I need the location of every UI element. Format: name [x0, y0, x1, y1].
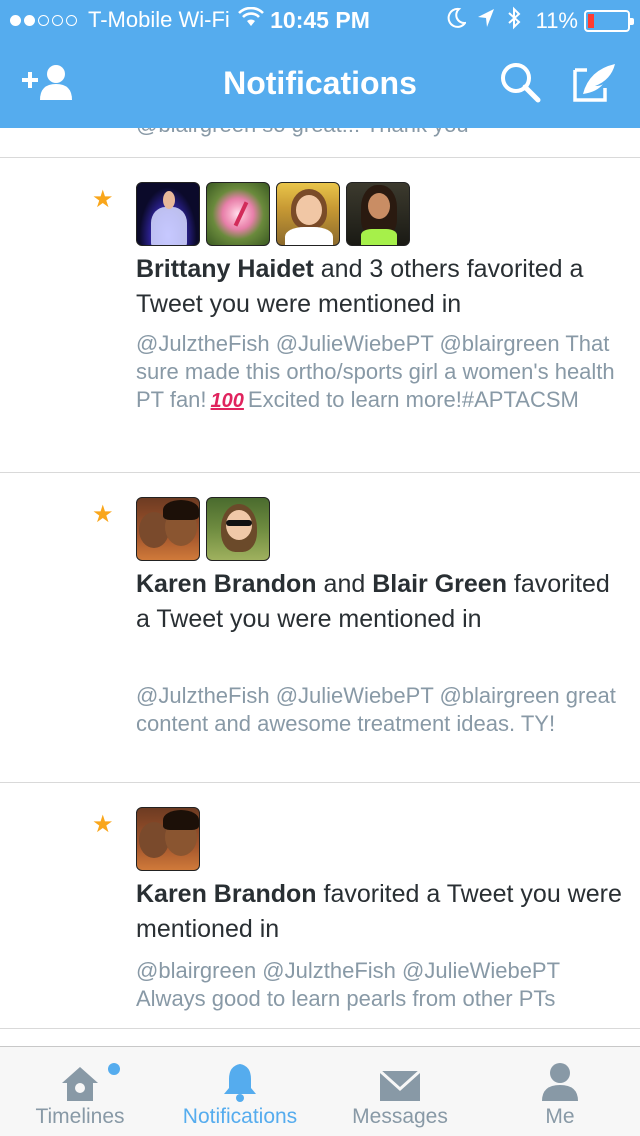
moon-icon [446, 7, 467, 35]
tab-label: Notifications [182, 1105, 298, 1128]
search-icon [498, 60, 542, 109]
notification-headline: Brittany Haidet and 3 others favorited a… [136, 252, 626, 322]
notification-headline: Karen Brandon favorited a Tweet you were… [136, 877, 626, 947]
avatar-group [136, 807, 206, 871]
top-bar: T-Mobile Wi-Fi 10:45 PM 11% Notification… [0, 0, 640, 128]
avatar[interactable] [136, 497, 200, 561]
status-right: 11% [436, 6, 634, 36]
tab-label: Timelines [35, 1105, 125, 1128]
partial-tweet-text: @blairgreen so great!!! Thank you [136, 128, 469, 138]
tweet-text[interactable]: @blairgreen @JulztheFish @JulieWiebePT A… [136, 957, 626, 1013]
avatar[interactable] [276, 182, 340, 246]
notifications-feed[interactable]: @blairgreen so great!!! Thank you ★ Brit… [0, 128, 640, 1046]
actor-name-secondary[interactable]: Blair Green [372, 570, 507, 598]
notification-item[interactable]: ★ Brittany Haidet and 3 others favorited… [0, 157, 640, 472]
notification-headline: Karen Brandon and Blair Green favorited … [136, 567, 626, 637]
star-icon: ★ [92, 811, 114, 838]
tweet-body-continued: Excited to learn more!#APTACSM [247, 387, 579, 412]
connector-text: and [316, 570, 373, 598]
unread-dot [108, 1063, 120, 1075]
compose-icon [571, 60, 619, 109]
home-icon [56, 1059, 104, 1103]
tab-me[interactable]: Me [480, 1047, 640, 1136]
tab-timelines[interactable]: Timelines [0, 1047, 160, 1136]
bell-icon [216, 1059, 264, 1103]
list-divider [0, 1028, 640, 1046]
envelope-icon [376, 1059, 424, 1103]
avatar[interactable] [346, 182, 410, 246]
compose-button[interactable] [565, 58, 625, 110]
avatar[interactable] [136, 182, 200, 246]
bluetooth-icon [506, 6, 522, 36]
notification-item[interactable]: ★ Karen Brandon favorited a Tweet you we… [0, 782, 640, 1028]
person-icon [536, 1059, 584, 1103]
tab-bar: Timelines Notifications Messages Me [0, 1046, 640, 1136]
tab-notifications[interactable]: Notifications [160, 1047, 320, 1136]
star-icon: ★ [92, 186, 114, 213]
location-arrow-icon [476, 7, 496, 35]
notification-item[interactable]: ★ Karen Brandon and Blair Green favorite… [0, 472, 640, 782]
hundred-points-emoji-icon: 100 [210, 390, 244, 412]
star-icon: ★ [92, 501, 114, 528]
nav-bar: Notifications [0, 40, 640, 128]
tab-label: Me [545, 1105, 575, 1128]
tab-label: Messages [352, 1105, 448, 1128]
actor-name[interactable]: Brittany Haidet [136, 255, 314, 283]
battery-percent: 11% [535, 8, 578, 33]
tweet-text[interactable]: @JulztheFish @JulieWiebePT @blairgreen T… [136, 330, 626, 415]
avatar-group [136, 497, 276, 561]
avatar[interactable] [206, 182, 270, 246]
avatar[interactable] [136, 807, 200, 871]
tweet-text[interactable]: @JulztheFish @JulieWiebePT @blairgreen g… [136, 682, 626, 738]
actor-name[interactable]: Karen Brandon [136, 570, 317, 598]
battery-icon [584, 10, 634, 32]
status-bar: T-Mobile Wi-Fi 10:45 PM 11% [0, 0, 640, 40]
search-button[interactable] [490, 58, 550, 110]
actor-name[interactable]: Karen Brandon [136, 880, 317, 908]
avatar-group [136, 182, 416, 246]
avatar[interactable] [206, 497, 270, 561]
tab-messages[interactable]: Messages [320, 1047, 480, 1136]
